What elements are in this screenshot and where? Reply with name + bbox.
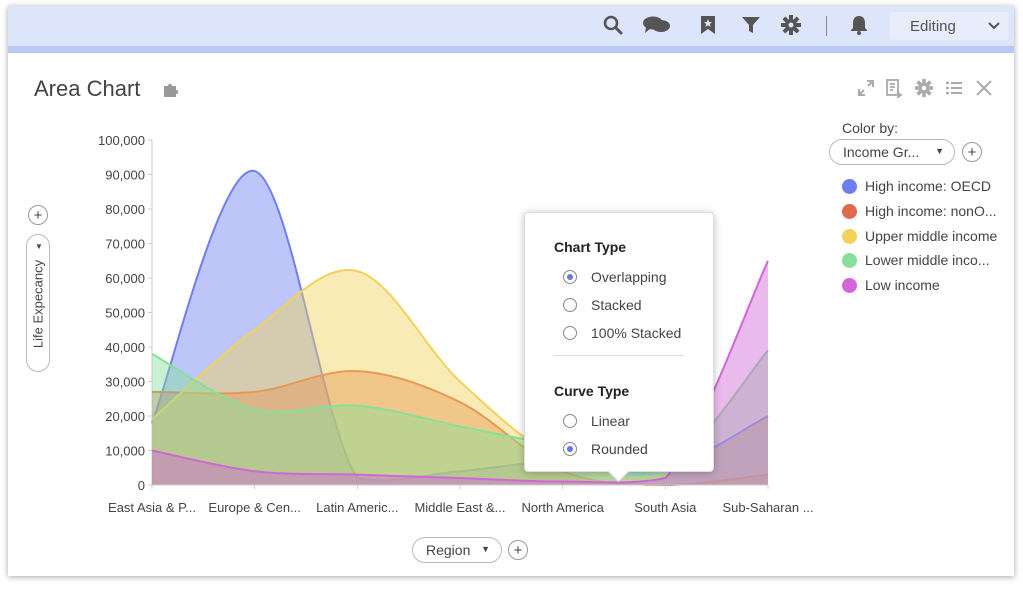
- y-tick-label: 70,000: [105, 237, 145, 252]
- y-tick-label: 90,000: [105, 168, 145, 183]
- option-label: Linear: [591, 413, 630, 429]
- chart-type-heading: Chart Type: [554, 239, 627, 255]
- chart-type-100-stacked-option[interactable]: 100% Stacked: [563, 323, 681, 343]
- x-axis-field-pill[interactable]: Region ▼: [412, 537, 502, 563]
- y-tick-label: 10,000: [105, 444, 145, 459]
- radio-selected[interactable]: [563, 270, 577, 284]
- option-label: Overlapping: [591, 269, 667, 285]
- dashboard-window: Editing Area Chart Color by: Income Gr..…: [8, 6, 1014, 576]
- option-label: 100% Stacked: [591, 325, 682, 341]
- caret-down-icon: ▼: [481, 544, 490, 554]
- y-tick-label: 80,000: [105, 202, 145, 217]
- x-tick-label: East Asia & P...: [108, 500, 196, 515]
- x-tick-label: Europe & Cen...: [208, 500, 301, 515]
- add-x-axis-button[interactable]: +: [508, 540, 528, 560]
- chart-type-overlapping-option[interactable]: Overlapping: [563, 267, 667, 287]
- y-tick-label: 100,000: [98, 133, 145, 148]
- y-tick-label: 0: [138, 478, 145, 493]
- option-label: Stacked: [591, 297, 642, 313]
- option-label: Rounded: [591, 441, 648, 457]
- y-tick-label: 20,000: [105, 409, 145, 424]
- radio-unselected[interactable]: [563, 298, 577, 312]
- curve-type-rounded-option[interactable]: Rounded: [563, 439, 648, 459]
- y-tick-label: 50,000: [105, 306, 145, 321]
- y-tick-label: 40,000: [105, 340, 145, 355]
- curve-type-heading: Curve Type: [554, 383, 630, 399]
- x-tick-label: South Asia: [634, 500, 697, 515]
- x-tick-label: Sub-Saharan ...: [722, 500, 813, 515]
- chart-type-stacked-option[interactable]: Stacked: [563, 295, 642, 315]
- chart-options-popup: Chart Type Overlapping Stacked 100% Stac…: [524, 212, 714, 483]
- y-tick-label: 60,000: [105, 271, 145, 286]
- y-tick-label: 30,000: [105, 375, 145, 390]
- x-tick-label: Latin Americ...: [316, 500, 398, 515]
- x-tick-label: North America: [521, 500, 604, 515]
- curve-type-linear-option[interactable]: Linear: [563, 411, 630, 431]
- area-chart: 0 10,000 20,000 30,000 40,000 50,000 60,000 70,…: [98, 133, 814, 515]
- radio-selected[interactable]: [563, 442, 577, 456]
- x-axis-field-label: Region: [426, 542, 471, 558]
- x-tick-label: Middle East &...: [414, 500, 505, 515]
- radio-unselected[interactable]: [563, 326, 577, 340]
- radio-unselected[interactable]: [563, 414, 577, 428]
- popup-divider: [554, 355, 684, 356]
